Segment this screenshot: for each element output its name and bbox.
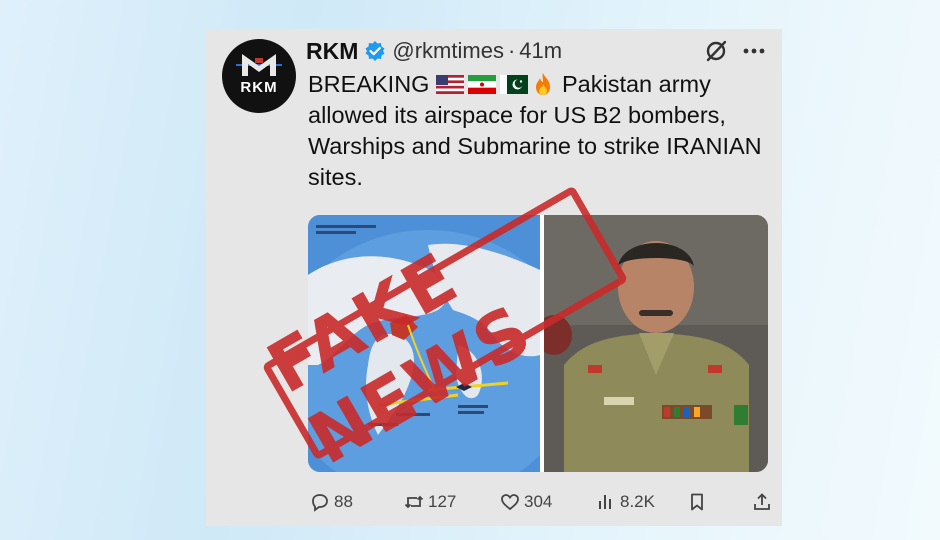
heart-icon: [501, 494, 519, 511]
repost-button[interactable]: 127: [404, 489, 456, 515]
like-button[interactable]: 304: [500, 489, 552, 515]
author-handle[interactable]: @rkmtimes: [392, 38, 504, 64]
bookmark-button[interactable]: [687, 489, 711, 515]
avatar-label: RKM: [240, 79, 278, 96]
fire-icon: [535, 73, 550, 95]
breaking-label: BREAKING: [308, 71, 430, 97]
analytics-icon: [599, 495, 611, 509]
pakistan-flag-icon: [499, 75, 528, 94]
repost-icon: [404, 495, 424, 509]
grok-icon[interactable]: [704, 39, 728, 63]
share-button[interactable]: [752, 489, 776, 515]
timestamp[interactable]: 41m: [519, 38, 562, 64]
like-count: 304: [524, 492, 553, 511]
author-name[interactable]: RKM: [306, 38, 358, 65]
avatar[interactable]: RKM: [222, 39, 296, 113]
tweet-header: RKM @rkmtimes · 41m: [306, 37, 562, 65]
rkm-logo-icon: [236, 54, 282, 76]
share-icon: [754, 493, 770, 510]
action-bar: 88 127 304 8.2K: [306, 489, 772, 515]
views-button[interactable]: 8.2K: [596, 489, 655, 515]
repost-count: 127: [428, 492, 457, 511]
us-flag-icon: [435, 75, 464, 94]
iran-flag-icon: [467, 75, 496, 94]
separator-dot: ·: [507, 38, 516, 63]
reply-icon: [312, 494, 328, 512]
reply-count: 88: [334, 492, 353, 511]
view-count: 8.2K: [620, 492, 655, 511]
verified-badge-icon: [365, 41, 385, 61]
bookmark-icon: [691, 493, 703, 511]
more-options-icon[interactable]: [742, 46, 766, 56]
reply-button[interactable]: 88: [310, 489, 353, 515]
